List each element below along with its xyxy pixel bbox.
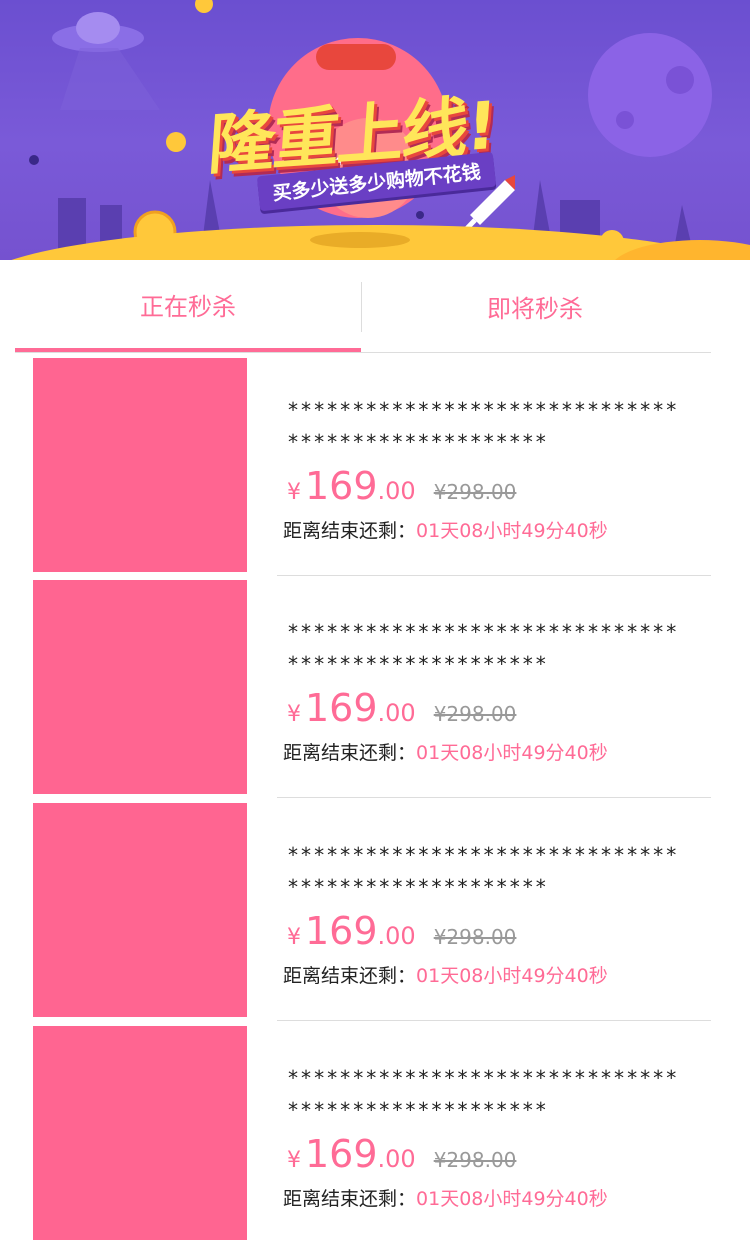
- countdown-label: 距离结束还剩：: [283, 742, 417, 764]
- currency-symbol: ¥: [287, 480, 301, 505]
- price-row: ¥ 169 .00 ¥298.00: [287, 464, 516, 508]
- product-image[interactable]: [33, 1026, 247, 1240]
- original-price: ¥298.00: [433, 925, 517, 949]
- product-item[interactable]: ****************************************…: [33, 358, 711, 576]
- tab-ongoing[interactable]: 正在秒杀: [15, 260, 361, 352]
- sale-price-integer: 169: [305, 1132, 378, 1176]
- flash-sale-tabs: 正在秒杀 即将秒杀: [15, 260, 711, 353]
- product-image[interactable]: [33, 580, 247, 794]
- price-row: ¥ 169 .00 ¥298.00: [287, 1132, 516, 1176]
- countdown-time: 01天08小时49分40秒: [416, 965, 608, 987]
- tab-upcoming[interactable]: 即将秒杀: [362, 260, 708, 352]
- sale-price-integer: 169: [305, 686, 378, 730]
- product-image[interactable]: [33, 803, 247, 1017]
- sale-price-decimal: .00: [377, 1145, 416, 1173]
- product-info: ****************************************…: [277, 580, 711, 798]
- sale-price-integer: 169: [305, 464, 378, 508]
- product-image[interactable]: [33, 358, 247, 572]
- product-item[interactable]: ****************************************…: [33, 580, 711, 798]
- countdown: 距离结束还剩：01天08小时49分40秒: [283, 1184, 608, 1211]
- countdown-label: 距离结束还剩：: [283, 520, 417, 542]
- countdown-label: 距离结束还剩：: [283, 965, 417, 987]
- sale-price-integer: 169: [305, 909, 378, 953]
- countdown-time: 01天08小时49分40秒: [416, 742, 608, 764]
- original-price: ¥298.00: [433, 480, 517, 504]
- currency-symbol: ¥: [287, 1148, 301, 1173]
- price-row: ¥ 169 .00 ¥298.00: [287, 909, 516, 953]
- sale-price-decimal: .00: [377, 477, 416, 505]
- price-row: ¥ 169 .00 ¥298.00: [287, 686, 516, 730]
- countdown: 距离结束还剩：01天08小时49分40秒: [283, 738, 608, 765]
- countdown-time: 01天08小时49分40秒: [416, 1188, 608, 1210]
- product-info: ****************************************…: [277, 1026, 711, 1240]
- promo-banner[interactable]: 隆重上线! 买多少送多少购物不花钱: [0, 0, 750, 260]
- product-description: ****************************************…: [287, 1066, 679, 1122]
- product-item[interactable]: ****************************************…: [33, 803, 711, 1021]
- countdown: 距离结束还剩：01天08小时49分40秒: [283, 516, 608, 543]
- product-description: ****************************************…: [287, 620, 679, 676]
- product-description: ****************************************…: [287, 843, 679, 899]
- countdown-label: 距离结束还剩：: [283, 1188, 417, 1210]
- product-info: ****************************************…: [277, 803, 711, 1021]
- logo-badge: [316, 44, 396, 70]
- sale-price-decimal: .00: [377, 922, 416, 950]
- original-price: ¥298.00: [433, 702, 517, 726]
- original-price: ¥298.00: [433, 1148, 517, 1172]
- countdown: 距离结束还剩：01天08小时49分40秒: [283, 961, 608, 988]
- product-description: ****************************************…: [287, 398, 679, 454]
- product-item[interactable]: ****************************************…: [33, 1026, 711, 1240]
- currency-symbol: ¥: [287, 925, 301, 950]
- sale-price-decimal: .00: [377, 699, 416, 727]
- countdown-time: 01天08小时49分40秒: [416, 520, 608, 542]
- currency-symbol: ¥: [287, 702, 301, 727]
- product-info: ****************************************…: [277, 358, 711, 576]
